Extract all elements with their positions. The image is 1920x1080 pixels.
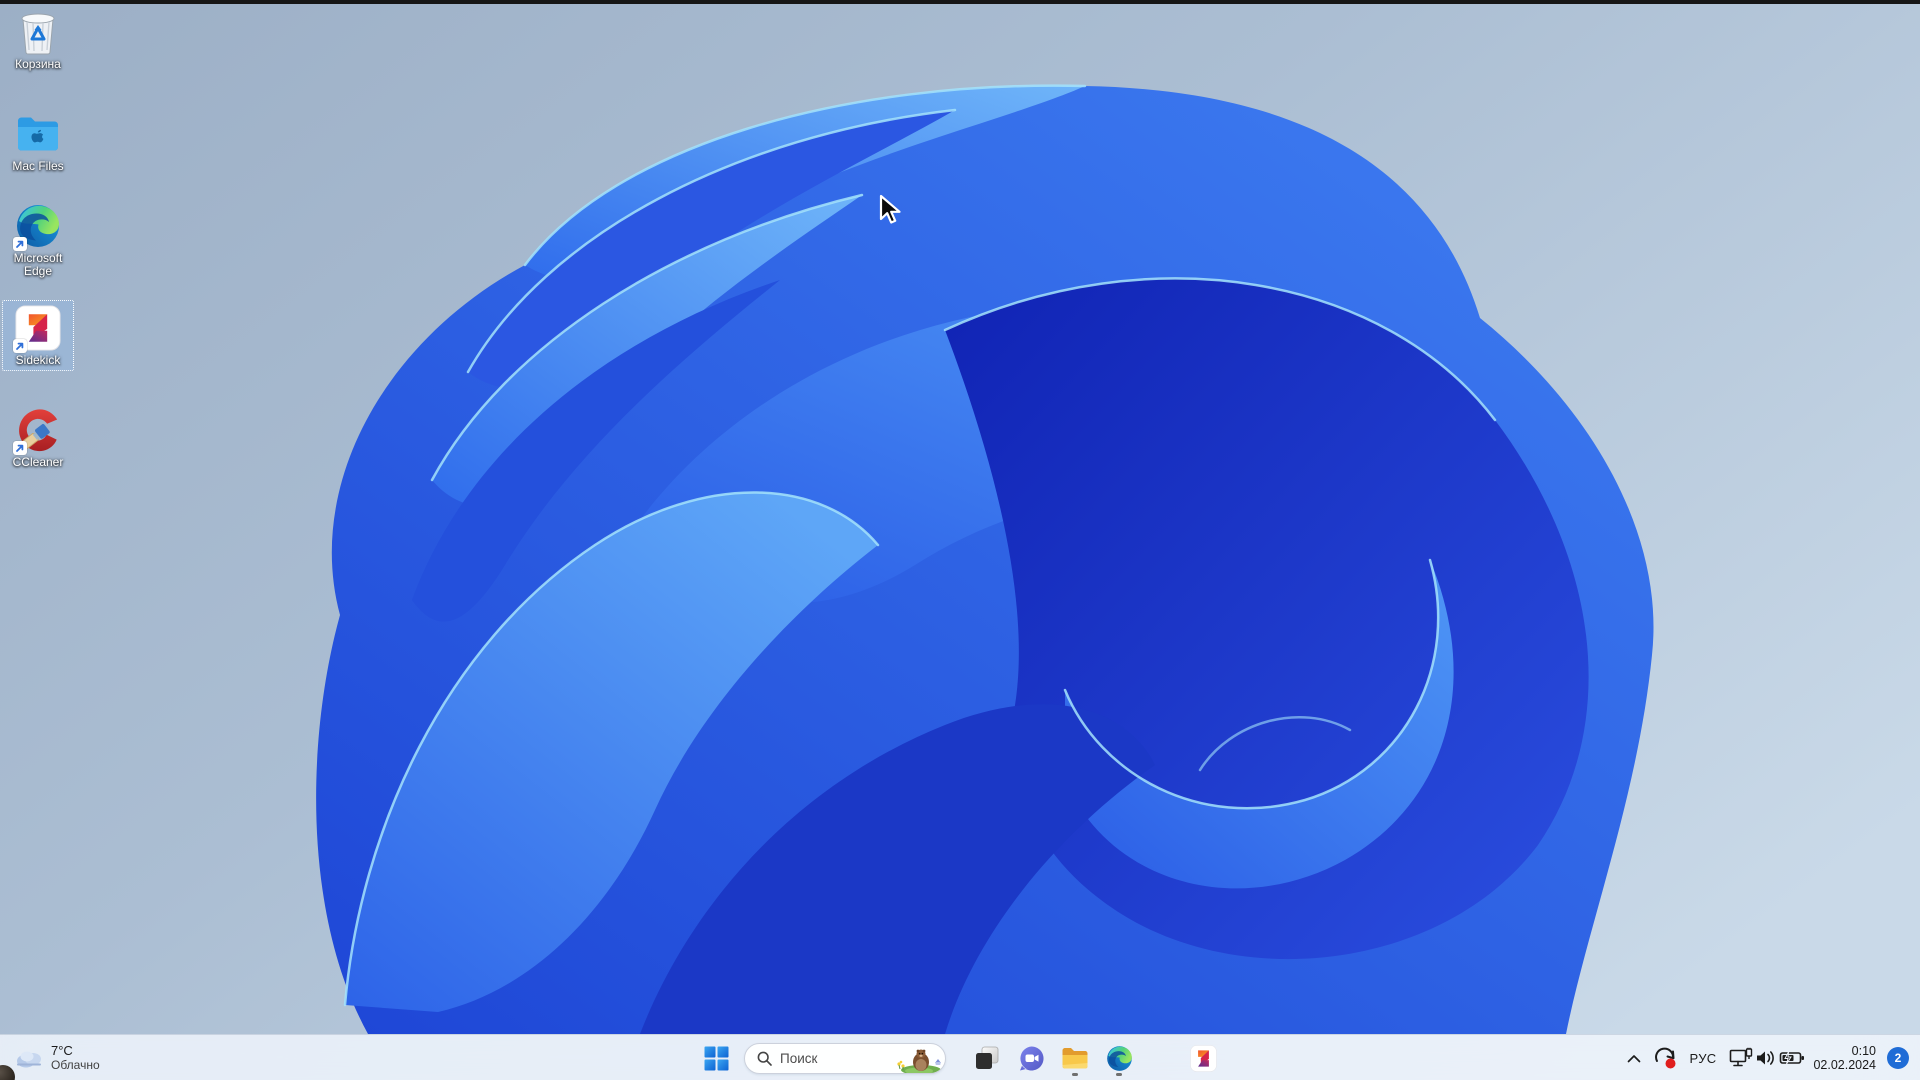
sync-alert-icon — [1655, 1047, 1676, 1069]
start-button[interactable] — [696, 1038, 736, 1078]
weather-condition: Облачно — [51, 1058, 100, 1072]
wallpaper-bloom — [0, 0, 1920, 1080]
desktop-icon-mac-files[interactable]: Mac Files — [2, 106, 74, 177]
shortcut-arrow-icon — [13, 237, 27, 251]
tray-network[interactable] — [1727, 1038, 1755, 1078]
taskbar-button-edge[interactable] — [1099, 1038, 1139, 1078]
sidekick-icon — [13, 305, 61, 353]
notification-count: 2 — [1894, 1051, 1902, 1065]
taskbar-button-sidekick[interactable] — [1183, 1038, 1223, 1078]
weather-widget[interactable]: 7°C Облачно — [6, 1038, 108, 1078]
edge-icon — [13, 203, 61, 251]
search-input[interactable] — [780, 1051, 890, 1066]
notification-badge[interactable]: 2 — [1887, 1047, 1909, 1069]
cloud-icon — [17, 1051, 41, 1068]
desktop-icon-recycle-bin[interactable]: Корзина — [2, 4, 74, 75]
task-view-icon — [976, 1046, 999, 1069]
speaker-icon — [1757, 1051, 1774, 1065]
wired-network-icon — [1729, 1047, 1753, 1067]
edge-browser-icon — [1106, 1045, 1132, 1071]
tray-battery[interactable] — [1777, 1038, 1807, 1078]
desktop-icon-label: CCleaner — [12, 455, 64, 469]
desktop-icon-sidekick[interactable]: Sidekick — [2, 300, 74, 371]
battery-charging-icon — [1779, 1051, 1804, 1065]
running-indicator — [1116, 1073, 1122, 1076]
taskbar-button-task-view[interactable] — [967, 1038, 1007, 1078]
desktop-icon-label: Mac Files — [12, 159, 64, 173]
desktop-icon-label: Корзина — [15, 57, 61, 71]
desktop-icon-label: Sidekick — [15, 353, 61, 367]
shortcut-arrow-icon — [13, 339, 27, 353]
search-box[interactable] — [744, 1043, 946, 1074]
taskbar-button-file-explorer[interactable] — [1055, 1038, 1095, 1078]
desktop-icon-microsoft-edge[interactable]: Microsoft Edge — [2, 198, 74, 282]
recycle-bin-icon — [15, 9, 61, 55]
taskbar-button-chat[interactable] — [1011, 1038, 1051, 1078]
sidekick-icon — [1189, 1044, 1217, 1072]
desktop-icon-label: Microsoft Edge — [13, 251, 63, 278]
weather-temperature: 7°C — [51, 1043, 73, 1058]
windows-start-icon — [704, 1046, 728, 1070]
file-explorer-icon — [1062, 1048, 1088, 1069]
mouse-cursor — [878, 194, 906, 231]
clock-time: 0:10 — [1851, 1043, 1876, 1058]
desktop-icon-ccleaner[interactable]: CCleaner — [2, 402, 74, 473]
tray-clock[interactable]: 0:10 02.02.2024 — [1813, 1038, 1876, 1078]
tray-volume[interactable] — [1753, 1038, 1779, 1078]
groundhog-day-art — [897, 1049, 941, 1073]
running-indicator — [1072, 1073, 1078, 1076]
chevron-up-icon — [1627, 1054, 1641, 1062]
chat-icon — [1019, 1046, 1044, 1070]
clock-date: 02.02.2024 — [1813, 1058, 1876, 1072]
ccleaner-icon — [13, 407, 61, 455]
folder-apple-icon — [15, 111, 61, 157]
taskbar: 7°C Облачно Поиск РУС 0:10 02.02.2024 2 — [0, 1034, 1920, 1080]
windows-desktop: Корзина Mac Files Microsoft Edge Sidekic… — [0, 0, 1920, 1080]
shortcut-arrow-icon — [13, 441, 27, 455]
tray-chevron-hidden-icons[interactable] — [1620, 1038, 1648, 1078]
tray-sync-alert[interactable] — [1650, 1038, 1682, 1078]
language-label: РУС — [1689, 1050, 1717, 1066]
tray-language-indicator[interactable]: РУС — [1684, 1038, 1722, 1078]
search-icon — [757, 1051, 772, 1066]
screen-top-edge — [0, 0, 1920, 4]
